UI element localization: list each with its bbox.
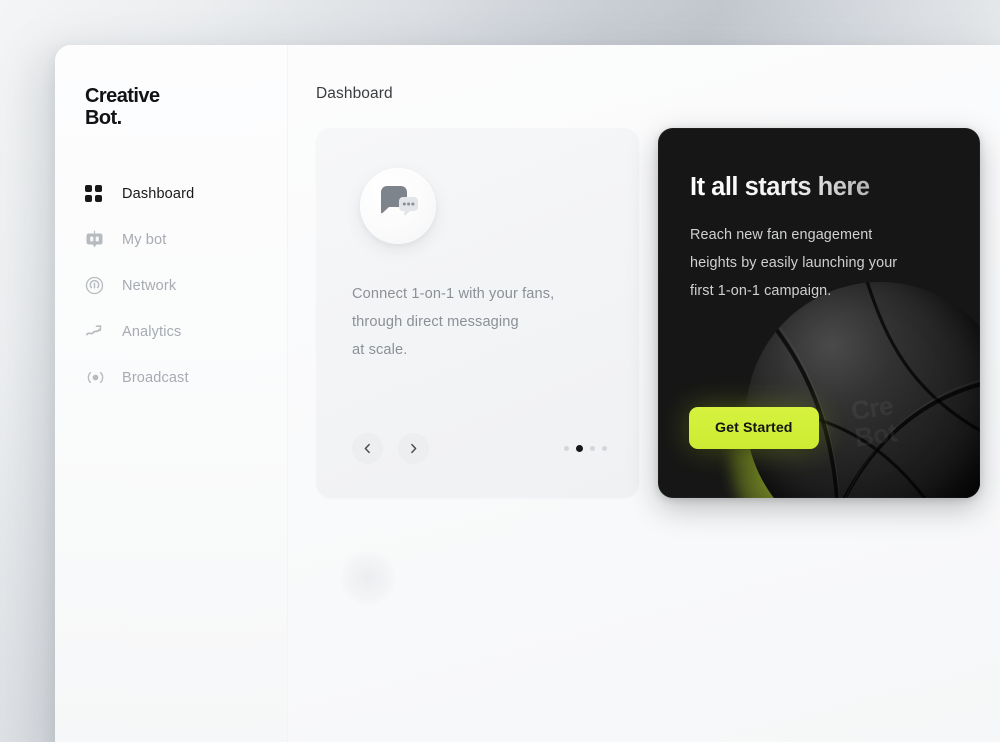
page-title: Dashboard bbox=[316, 85, 393, 102]
carousel-text-line-2: through direct messaging bbox=[352, 314, 519, 330]
carousel-next-button[interactable] bbox=[398, 433, 429, 464]
basketball-image: Cre Bot bbox=[730, 282, 980, 498]
sidebar-item-broadcast[interactable]: Broadcast bbox=[85, 362, 288, 394]
sidebar-item-label: Dashboard bbox=[122, 185, 195, 202]
brand-line-2: Bot. bbox=[85, 107, 122, 130]
promo-heading-dim: here bbox=[817, 173, 870, 201]
basketball-sphere: Cre Bot bbox=[746, 282, 980, 498]
sidebar-item-label: My bot bbox=[122, 231, 167, 248]
broadcast-icon bbox=[85, 368, 111, 387]
promo-card: Cre Bot It all starts here Reach new fan… bbox=[658, 128, 980, 498]
grid-dots-icon bbox=[85, 185, 111, 203]
ball-mark-line-1: Cre bbox=[849, 389, 895, 426]
carousel-description: Connect 1-on-1 with your fans, through d… bbox=[352, 280, 605, 364]
carousel-dot[interactable] bbox=[602, 446, 607, 451]
carousel-dot[interactable] bbox=[564, 446, 569, 451]
sidebar-item-label: Network bbox=[122, 277, 177, 294]
carousel-text-line-3: at scale. bbox=[352, 342, 408, 358]
chevron-left-icon bbox=[361, 442, 374, 455]
promo-body: It all starts here Reach new fan engagem… bbox=[658, 128, 980, 305]
carousel-text-line-1: Connect 1-on-1 with your fans, bbox=[352, 286, 555, 302]
sidebar-item-label: Broadcast bbox=[122, 369, 189, 386]
chat-bubbles-icon bbox=[360, 168, 436, 244]
robot-head-icon bbox=[85, 230, 111, 249]
network-signal-icon bbox=[85, 276, 111, 295]
brand-line-1: Creative bbox=[85, 85, 160, 107]
desktop-backdrop: Creative Bot. Dashboard My bot Network A… bbox=[0, 0, 1000, 742]
ball-mark-line-2: Bot bbox=[853, 416, 899, 453]
analytics-trend-icon bbox=[85, 322, 111, 341]
brand-logo[interactable]: Creative Bot. bbox=[85, 85, 288, 130]
sidebar-item-analytics[interactable]: Analytics bbox=[85, 316, 288, 348]
promo-description: Reach new fan engagement heights by easi… bbox=[690, 221, 948, 305]
promo-text-line-2: heights by easily launching your bbox=[690, 254, 898, 271]
carousel-controls bbox=[352, 433, 609, 464]
chevron-right-icon bbox=[407, 442, 420, 455]
carousel-dot[interactable] bbox=[590, 446, 595, 451]
sidebar-item-network[interactable]: Network bbox=[85, 270, 288, 302]
promo-heading-bright: It all starts bbox=[690, 173, 812, 201]
app-window: Creative Bot. Dashboard My bot Network A… bbox=[55, 45, 1000, 742]
background-artifact bbox=[340, 550, 396, 606]
carousel-dot-active[interactable] bbox=[576, 445, 583, 452]
sidebar-nav: Dashboard My bot Network Analytics Broad… bbox=[85, 178, 288, 394]
promo-text-line-3: first 1-on-1 campaign. bbox=[690, 282, 832, 299]
sidebar-item-label: Analytics bbox=[122, 323, 182, 340]
main-content: Dashboard Connect 1-on-1 with your fans,… bbox=[288, 45, 1000, 742]
cards-row: Connect 1-on-1 with your fans, through d… bbox=[316, 128, 1000, 498]
sidebar-item-my-bot[interactable]: My bot bbox=[85, 224, 288, 256]
sidebar-item-dashboard[interactable]: Dashboard bbox=[85, 178, 288, 210]
get-started-button[interactable]: Get Started bbox=[689, 407, 819, 449]
promo-heading: It all starts here bbox=[690, 172, 948, 203]
carousel-pagination bbox=[564, 445, 609, 452]
carousel-card: Connect 1-on-1 with your fans, through d… bbox=[316, 128, 639, 498]
promo-text-line-1: Reach new fan engagement bbox=[690, 226, 873, 243]
ball-brand-mark: Cre Bot bbox=[849, 389, 899, 453]
sidebar: Creative Bot. Dashboard My bot Network A… bbox=[55, 45, 288, 742]
carousel-prev-button[interactable] bbox=[352, 433, 383, 464]
